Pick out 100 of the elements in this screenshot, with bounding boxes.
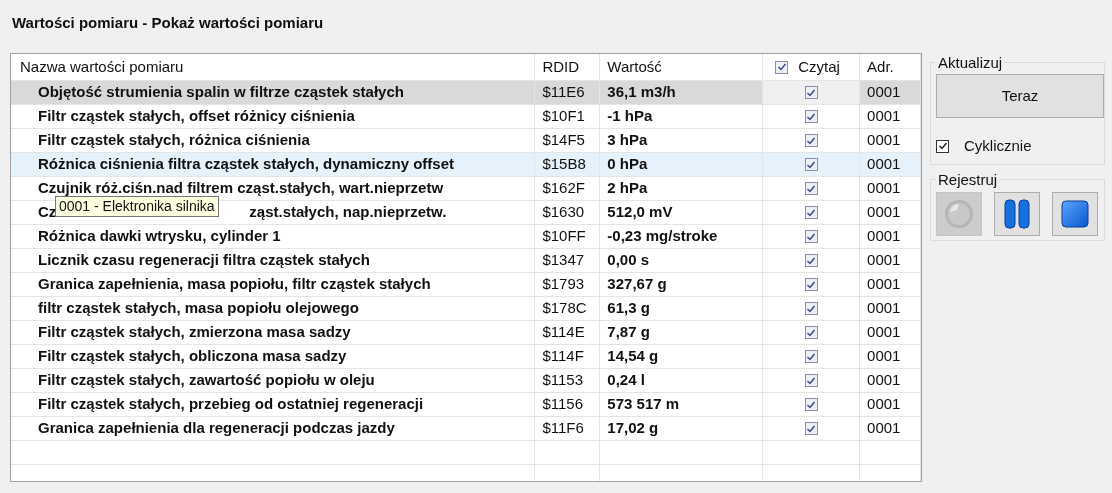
checkbox[interactable]	[804, 374, 818, 387]
table-cell: 0,00 s	[600, 249, 764, 273]
table-row[interactable]: Granica zapełnienia dla regeneracji podczas jazdy $11F6 17,02 g 0001	[11, 417, 921, 441]
table-cell: 3 hPa	[600, 129, 764, 153]
table-cell: 0,24 l	[600, 369, 764, 393]
checkbox[interactable]	[804, 182, 818, 195]
table-cell: $178C	[535, 297, 601, 321]
table-cell: Filtr cząstek stałych, zmierzona masa sadzy	[11, 321, 536, 345]
table-cell: 0001	[860, 105, 921, 129]
checkbox[interactable]	[804, 134, 818, 147]
table-cell: $1793	[535, 273, 601, 297]
table-cell: $10FF	[535, 225, 601, 249]
table-cell: 0001	[860, 129, 921, 153]
checkbox[interactable]	[936, 139, 949, 153]
column-header[interactable]: RDID	[535, 54, 601, 80]
table-cell: 0001	[860, 81, 921, 105]
table-cell: 0001	[860, 321, 921, 345]
tooltip: 0001 - Elektronika silnika	[55, 196, 219, 217]
checkbox[interactable]	[804, 110, 818, 123]
table-row[interactable]: Filtr cząstek stałych, zawartość popiołu w oleju $1153 0,24 l 0001	[11, 369, 921, 393]
checkbox[interactable]	[775, 60, 789, 74]
table-row[interactable]: Filtr cząstek stałych, przebieg od ostatniej regeneracji $1156 573 517 m 0001	[11, 393, 921, 417]
checkbox[interactable]	[804, 230, 818, 243]
pause-button[interactable]	[994, 192, 1040, 236]
checkbox-label: Cyklicznie	[964, 136, 1032, 156]
table-row[interactable]: Różnica ciśnienia filtra cząstek stałych, dynamiczny offset $15B8 0 hPa 0001	[11, 153, 921, 177]
table-cell: 0001	[860, 153, 921, 177]
checkbox[interactable]	[804, 278, 818, 291]
window-title: Wartości pomiaru - Pokaż wartości pomiaru	[12, 14, 324, 31]
table-cell: Granica zapełnienia, masa popiołu, filtr cząstek stałych	[11, 273, 536, 297]
column-header[interactable]: Wartość	[600, 54, 764, 80]
table-cell: Filtr cząstek stałych, offset różnicy ciśnienia	[11, 105, 536, 129]
table-cell: Różnica dawki wtrysku, cylinder 1	[11, 225, 536, 249]
table-cell: 14,54 g	[600, 345, 764, 369]
table-cell: 7,87 g	[600, 321, 764, 345]
table-cell: Filtr cząstek stałych, przebieg od ostatniej regeneracji	[11, 393, 536, 417]
checkbox[interactable]	[804, 350, 818, 363]
table-cell: 0001	[860, 249, 921, 273]
checkbox[interactable]	[804, 326, 818, 339]
table-cell: $1630	[535, 201, 601, 225]
table-row[interactable]: Różnica dawki wtrysku, cylinder 1 $10FF -0,23 mg/stroke 0001	[11, 225, 921, 249]
table-cell: 2 hPa	[600, 177, 764, 201]
table-cell: $1156	[535, 393, 601, 417]
table-row[interactable]: Licznik czasu regeneracji filtra cząstek stałych $1347 0,00 s 0001	[11, 249, 921, 273]
table-row[interactable]: Filtr cząstek stałych, offset różnicy ciśnienia $10F1 -1 hPa 0001	[11, 105, 921, 129]
table-cell: $11F6	[535, 417, 601, 441]
table-cell: Różnica ciśnienia filtra cząstek stałych, dynamiczny offset	[11, 153, 536, 177]
checkbox[interactable]	[804, 254, 818, 267]
table-cell: $10F1	[535, 105, 601, 129]
table-cell: 573 517 m	[600, 393, 764, 417]
table-cell: $14F5	[535, 129, 601, 153]
column-header[interactable]: Nazwa wartości pomiaru	[11, 54, 536, 80]
table-cell: -0,23 mg/stroke	[600, 225, 764, 249]
table-cell: $114F	[535, 345, 601, 369]
table-cell: $1153	[535, 369, 601, 393]
table-cell: Filtr cząstek stałych, zawartość popiołu w oleju	[11, 369, 536, 393]
empty-cell	[860, 441, 921, 465]
table-row[interactable]: Granica zapełnienia, masa popiołu, filtr cząstek stałych $1793 327,67 g 0001	[11, 273, 921, 297]
table-row[interactable]: Filtr cząstek stałych, różnica ciśnienia $14F5 3 hPa 0001	[11, 129, 921, 153]
table-row[interactable]: Filtr cząstek stałych, zmierzona masa sadzy $114E 7,87 g 0001	[11, 321, 921, 345]
column-header[interactable]: Czytaj	[763, 54, 861, 80]
table-cell: 512,0 mV	[600, 201, 764, 225]
table-cell: filtr cząstek stałych, masa popiołu olejowego	[11, 297, 536, 321]
table-cell: $114E	[535, 321, 601, 345]
table-row[interactable]: filtr cząstek stałych, masa popiołu olejowego $178C 61,3 g 0001	[11, 297, 921, 321]
table-cell: 36,1 m3/h	[600, 81, 764, 105]
column-header[interactable]: Adr.	[860, 54, 921, 80]
now-button[interactable]: Teraz	[936, 74, 1104, 118]
table-cell: 0001	[860, 393, 921, 417]
checkbox[interactable]	[804, 158, 818, 171]
table-cell: 0001	[860, 417, 921, 441]
table-row[interactable]: Objętość strumienia spalin w filtrze cząstek stałych $11E6 36,1 m3/h 0001	[11, 81, 921, 105]
pause-icon	[1003, 199, 1031, 229]
table-cell: $162F	[535, 177, 601, 201]
checkbox[interactable]	[804, 86, 818, 99]
stop-icon	[1061, 200, 1089, 228]
checkbox[interactable]	[804, 398, 818, 411]
checkbox[interactable]	[804, 302, 818, 315]
table-cell: -1 hPa	[600, 105, 764, 129]
checkbox[interactable]	[804, 422, 818, 435]
table-cell: 0001	[860, 177, 921, 201]
table-row[interactable]: Czujnik róż.ciśn.nad filtrem cząst.stałych, wart.nieprzetw $162F 2 hPa 0001	[11, 177, 921, 201]
table-cell: 0 hPa	[600, 153, 764, 177]
table-row[interactable]: Filtr cząstek stałych, obliczona masa sadzy $114F 14,54 g 0001	[11, 345, 921, 369]
table-cell: Filtr cząstek stałych, obliczona masa sadzy	[11, 345, 536, 369]
empty-cell	[535, 441, 601, 465]
table-cell: Filtr cząstek stałych, różnica ciśnienia	[11, 129, 536, 153]
table-cell: $11E6	[535, 81, 601, 105]
stop-button[interactable]	[1052, 192, 1098, 236]
table-cell: Czujnik róż.ciśn.nad filtrem cząst.stałych, wart.nieprzetw	[11, 177, 536, 201]
table-cell: 61,3 g	[600, 297, 764, 321]
table-cell: 0001	[860, 369, 921, 393]
checkbox[interactable]	[804, 206, 818, 219]
table-cell: Objętość strumienia spalin w filtrze cząstek stałych	[11, 81, 536, 105]
circle-icon	[944, 199, 974, 229]
table-cell: 17,02 g	[600, 417, 764, 441]
table-cell: $15B8	[535, 153, 601, 177]
table-cell: 0001	[860, 297, 921, 321]
table-cell: 327,67 g	[600, 273, 764, 297]
table-cell: 0001	[860, 201, 921, 225]
